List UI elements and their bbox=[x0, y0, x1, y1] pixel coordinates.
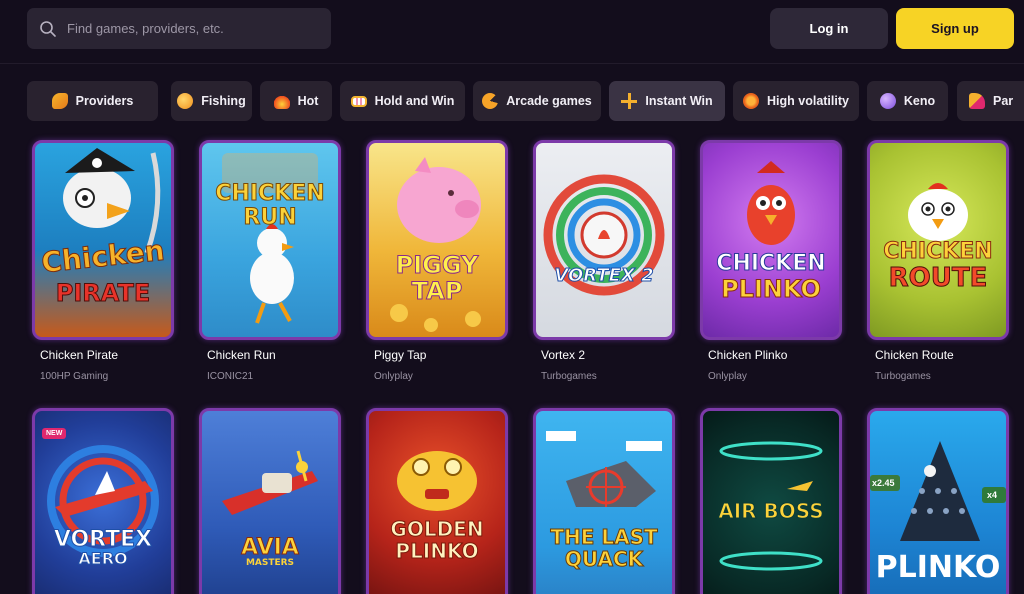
providers-icon bbox=[51, 93, 68, 109]
game-provider: Onlyplay bbox=[708, 371, 747, 382]
arcade-icon bbox=[482, 93, 499, 109]
game-thumbnail[interactable]: PIGGY TAP bbox=[366, 140, 508, 340]
category-party[interactable]: Par bbox=[957, 81, 1024, 121]
game-card-avia-masters[interactable]: AVIA MASTERS bbox=[199, 408, 341, 594]
search-input[interactable]: Find games, providers, etc. bbox=[27, 8, 331, 49]
category-arcade-games[interactable]: Arcade games bbox=[473, 81, 601, 121]
game-thumbnail[interactable]: AVIA MASTERS bbox=[199, 408, 341, 594]
game-thumbnail[interactable]: NEW VORTEX AERO bbox=[32, 408, 174, 594]
game-name: Piggy Tap bbox=[374, 348, 427, 362]
chicken-run-artwork bbox=[222, 153, 318, 324]
game-art-subtitle: TAP bbox=[411, 277, 463, 305]
game-art-title: PIGGY bbox=[395, 251, 479, 279]
game-card-vortex-2[interactable]: VORTEX 2 Vortex 2 Turbogames bbox=[533, 140, 675, 382]
category-label: Par bbox=[993, 94, 1014, 108]
category-label: Hold and Win bbox=[374, 94, 455, 108]
game-name: Chicken Route bbox=[875, 348, 954, 362]
category-instant-win[interactable]: Instant Win bbox=[609, 81, 725, 121]
fishing-icon bbox=[177, 93, 194, 109]
header-divider bbox=[0, 63, 1024, 64]
game-card-chicken-pirate[interactable]: Chicken PIRATE Chicken Pirate 100HP Gami… bbox=[32, 140, 174, 382]
game-name: Chicken Run bbox=[207, 348, 276, 362]
category-fishing[interactable]: Fishing bbox=[171, 81, 252, 121]
vortex-2-artwork bbox=[543, 174, 665, 296]
game-card-chicken-run[interactable]: CHICKEN RUN Chicken Run ICONIC21 bbox=[199, 140, 341, 382]
game-thumbnail[interactable]: Chicken PIRATE bbox=[32, 140, 174, 340]
game-thumbnail[interactable]: CHICKEN PLINKO bbox=[700, 140, 842, 340]
game-art-subtitle: PLINKO bbox=[721, 275, 822, 303]
game-provider: Onlyplay bbox=[374, 371, 413, 382]
game-card-air-boss[interactable]: AIR BOSS bbox=[700, 408, 842, 594]
category-high-volatility[interactable]: High volatility bbox=[733, 81, 859, 121]
game-thumbnail[interactable]: THE LAST QUACK bbox=[533, 408, 675, 594]
game-provider: ICONIC21 bbox=[207, 371, 254, 382]
game-card-plinko[interactable]: x2.45 x4 PLINKO bbox=[867, 408, 1009, 594]
game-art-subtitle: ROUTE bbox=[888, 263, 988, 293]
game-thumbnail[interactable]: GOLDEN PLINKO bbox=[366, 408, 508, 594]
game-art-title: THE LAST bbox=[550, 525, 658, 549]
signup-button[interactable]: Sign up bbox=[896, 8, 1014, 49]
category-label: High volatility bbox=[767, 94, 849, 108]
piggy-tap-artwork bbox=[390, 157, 481, 332]
game-card-piggy-tap[interactable]: PIGGY TAP Piggy Tap Onlyplay bbox=[366, 140, 508, 382]
category-label: Fishing bbox=[201, 94, 246, 108]
game-provider: Turbogames bbox=[875, 371, 931, 382]
keno-ball-icon bbox=[879, 93, 896, 109]
game-art-title: PLINKO bbox=[875, 550, 1001, 585]
sparkle-icon bbox=[621, 93, 638, 109]
game-card-chicken-route[interactable]: CHICKEN ROUTE Chicken Route Turbogames bbox=[867, 140, 1009, 382]
search-icon bbox=[40, 20, 56, 37]
game-card-golden-plinko[interactable]: GOLDEN PLINKO bbox=[366, 408, 508, 594]
slot-reels-icon bbox=[350, 95, 367, 107]
volatility-icon bbox=[743, 93, 760, 109]
game-art-title: VORTEX 2 bbox=[554, 265, 654, 286]
category-providers[interactable]: Providers bbox=[27, 81, 158, 121]
game-name: Chicken Plinko bbox=[708, 348, 788, 362]
game-card-chicken-plinko[interactable]: CHICKEN PLINKO Chicken Plinko Onlyplay bbox=[700, 140, 842, 382]
category-hot[interactable]: Hot bbox=[260, 81, 332, 121]
game-art-title: CHICKEN bbox=[215, 181, 325, 206]
multiplier-label: x4 bbox=[987, 490, 998, 500]
category-label: Hot bbox=[297, 94, 319, 108]
fire-icon bbox=[273, 93, 290, 109]
game-thumbnail[interactable]: CHICKEN RUN bbox=[199, 140, 341, 340]
game-name: Chicken Pirate bbox=[40, 348, 119, 362]
game-thumbnail[interactable]: x2.45 x4 PLINKO bbox=[867, 408, 1009, 594]
game-art-title: CHICKEN bbox=[883, 239, 993, 264]
game-art-subtitle: RUN bbox=[243, 205, 297, 230]
game-art-subtitle: AERO bbox=[78, 549, 128, 568]
category-label: Arcade games bbox=[506, 94, 592, 108]
party-icon bbox=[969, 93, 985, 109]
game-art-title: AIR BOSS bbox=[718, 499, 824, 523]
game-card-vortex-aero[interactable]: NEW VORTEX AERO bbox=[32, 408, 174, 594]
chicken-plinko-artwork bbox=[747, 161, 795, 245]
game-art-title: VORTEX bbox=[53, 527, 153, 552]
search-placeholder: Find games, providers, etc. bbox=[67, 21, 224, 36]
category-label: Providers bbox=[75, 94, 134, 108]
new-badge: NEW bbox=[42, 428, 67, 439]
game-provider: 100HP Gaming bbox=[40, 371, 109, 382]
game-provider: Turbogames bbox=[541, 371, 597, 382]
game-thumbnail[interactable]: VORTEX 2 bbox=[533, 140, 675, 340]
game-card-the-last-quack[interactable]: THE LAST QUACK bbox=[533, 408, 675, 594]
game-art-subtitle: PLINKO bbox=[395, 539, 479, 563]
game-thumbnail[interactable]: CHICKEN ROUTE bbox=[867, 140, 1009, 340]
category-bar: Providers Fishing Hot Hold and Win Arcad… bbox=[0, 81, 1024, 121]
game-art-title: GOLDEN bbox=[390, 517, 484, 541]
game-thumbnail[interactable]: AIR BOSS bbox=[700, 408, 842, 594]
game-art-subtitle: MASTERS bbox=[245, 558, 295, 568]
category-hold-and-win[interactable]: Hold and Win bbox=[340, 81, 465, 121]
category-keno[interactable]: Keno bbox=[867, 81, 948, 121]
game-art-subtitle: QUACK bbox=[564, 547, 644, 571]
category-label: Instant Win bbox=[645, 94, 713, 108]
login-button[interactable]: Log in bbox=[770, 8, 888, 49]
category-label: Keno bbox=[903, 94, 936, 108]
game-art-title: CHICKEN bbox=[716, 251, 826, 276]
multiplier-label: x2.45 bbox=[872, 478, 895, 488]
game-art-title: AVIA bbox=[241, 535, 300, 560]
golden-plinko-artwork bbox=[397, 451, 477, 511]
game-art-subtitle: PIRATE bbox=[55, 279, 151, 307]
game-name: Vortex 2 bbox=[541, 348, 586, 362]
